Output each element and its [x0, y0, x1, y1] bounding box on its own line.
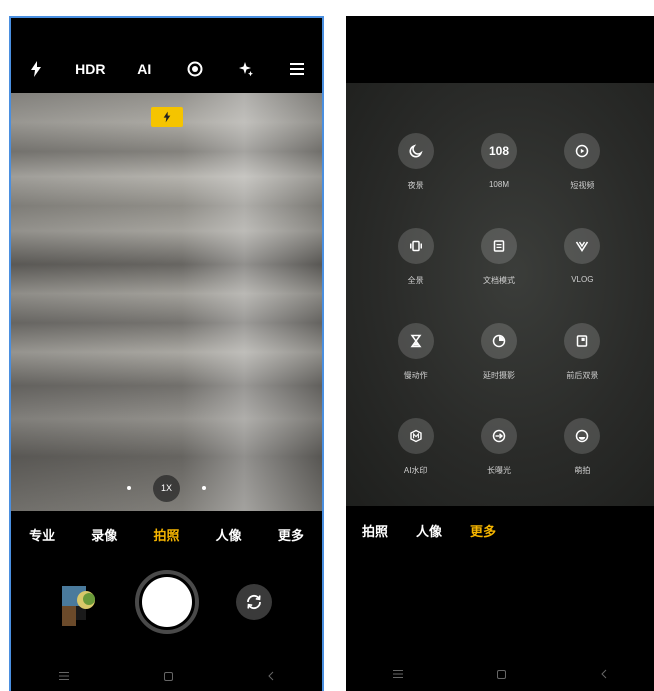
mode-video[interactable]: 录像 — [91, 525, 117, 544]
camera-top-bar: HDR AI — [11, 56, 322, 82]
mode-label: VLOG — [571, 275, 594, 284]
mode-more[interactable]: 更多 — [278, 525, 304, 544]
mode-108m[interactable]: 108 108M — [457, 133, 540, 191]
long-exposure-icon — [480, 418, 517, 454]
mode-label: 夜景 — [407, 181, 424, 190]
108-text-icon: 108 — [480, 133, 517, 169]
mode-dual-view[interactable]: 前后双景 — [541, 323, 624, 381]
mode-photo[interactable]: 拍照 — [362, 521, 388, 540]
mode-label: 慢动作 — [403, 371, 428, 380]
moon-icon — [397, 133, 434, 169]
gallery-thumbnail[interactable] — [62, 586, 100, 626]
mode-label: 108M — [488, 180, 509, 189]
menu-icon[interactable] — [58, 672, 69, 680]
menu-icon[interactable] — [285, 57, 309, 81]
zoom-option-dot[interactable] — [127, 486, 131, 490]
switch-camera-icon — [247, 594, 261, 610]
mode-label: 短视频 — [570, 181, 595, 190]
back-icon[interactable] — [601, 669, 607, 679]
mode-long-exposure[interactable]: 长曝光 — [457, 418, 540, 476]
hourglass-icon — [397, 323, 434, 359]
mode-switcher: 专业 录像 拍照 人像 更多 — [11, 523, 322, 545]
camera-more-modes-screen: 夜景 108 108M 短视频 全景 文档模式 VLOG 慢动作 延时摄影 前后… — [346, 16, 654, 691]
mode-night[interactable]: 夜景 — [374, 133, 457, 191]
camera-photo-screen: HDR AI 1X 专业 录像 拍照 人像 更多 — [9, 16, 324, 691]
home-icon[interactable] — [497, 669, 507, 679]
mode-slow-motion[interactable]: 慢动作 — [374, 323, 457, 381]
dual-view-icon — [564, 323, 601, 359]
timelapse-icon — [480, 323, 517, 359]
more-modes-panel: 夜景 108 108M 短视频 全景 文档模式 VLOG 慢动作 延时摄影 前后… — [346, 83, 654, 506]
mode-cute-shot[interactable]: 萌拍 — [541, 418, 624, 476]
cute-face-icon — [564, 418, 601, 454]
mode-label: 全景 — [407, 276, 424, 285]
panorama-icon — [397, 228, 434, 264]
mode-timelapse[interactable]: 延时摄影 — [457, 323, 540, 381]
mode-label: 前后双景 — [566, 371, 599, 380]
live-photo-icon[interactable] — [183, 57, 207, 81]
mode-label: 萌拍 — [574, 466, 591, 475]
switch-camera-button[interactable] — [236, 584, 272, 620]
mode-pro[interactable]: 专业 — [29, 525, 55, 544]
mode-panorama[interactable]: 全景 — [374, 228, 457, 286]
mode-photo[interactable]: 拍照 — [153, 525, 179, 544]
back-icon[interactable] — [268, 671, 274, 681]
hdr-toggle[interactable]: HDR — [75, 57, 105, 81]
mode-label: 延时摄影 — [482, 371, 515, 380]
mode-portrait[interactable]: 人像 — [216, 525, 242, 544]
mode-portrait[interactable]: 人像 — [416, 521, 442, 540]
mode-vlog[interactable]: VLOG — [541, 228, 624, 286]
vlog-icon — [564, 228, 601, 264]
mode-ai-watermark[interactable]: AI水印 — [374, 418, 457, 476]
ai-toggle[interactable]: AI — [132, 57, 156, 81]
document-icon — [480, 228, 517, 264]
watermark-icon — [397, 418, 434, 454]
mode-label: 长曝光 — [486, 466, 511, 475]
mode-label: 文档模式 — [482, 276, 515, 285]
flash-indicator-badge — [151, 107, 183, 127]
sparkle-icon[interactable] — [234, 57, 258, 81]
system-nav-bar — [11, 666, 322, 686]
menu-icon[interactable] — [393, 670, 404, 678]
mode-more[interactable]: 更多 — [470, 521, 496, 540]
camera-viewfinder[interactable] — [11, 93, 322, 511]
shutter-button[interactable] — [135, 570, 199, 634]
zoom-selector: 1X — [11, 474, 322, 502]
zoom-level-button[interactable]: 1X — [153, 474, 180, 502]
mode-short-video[interactable]: 短视频 — [541, 133, 624, 191]
play-icon — [564, 133, 601, 169]
mode-label: AI水印 — [403, 466, 428, 475]
mode-document[interactable]: 文档模式 — [457, 228, 540, 286]
home-icon[interactable] — [163, 671, 173, 681]
flash-icon[interactable] — [24, 57, 48, 81]
mode-switcher: 拍照 人像 更多 — [362, 521, 496, 540]
shutter-inner — [142, 577, 192, 627]
zoom-option-dot[interactable] — [202, 486, 206, 490]
system-nav-bar — [346, 664, 654, 684]
more-modes-grid: 夜景 108 108M 短视频 全景 文档模式 VLOG 慢动作 延时摄影 前后… — [374, 133, 624, 476]
